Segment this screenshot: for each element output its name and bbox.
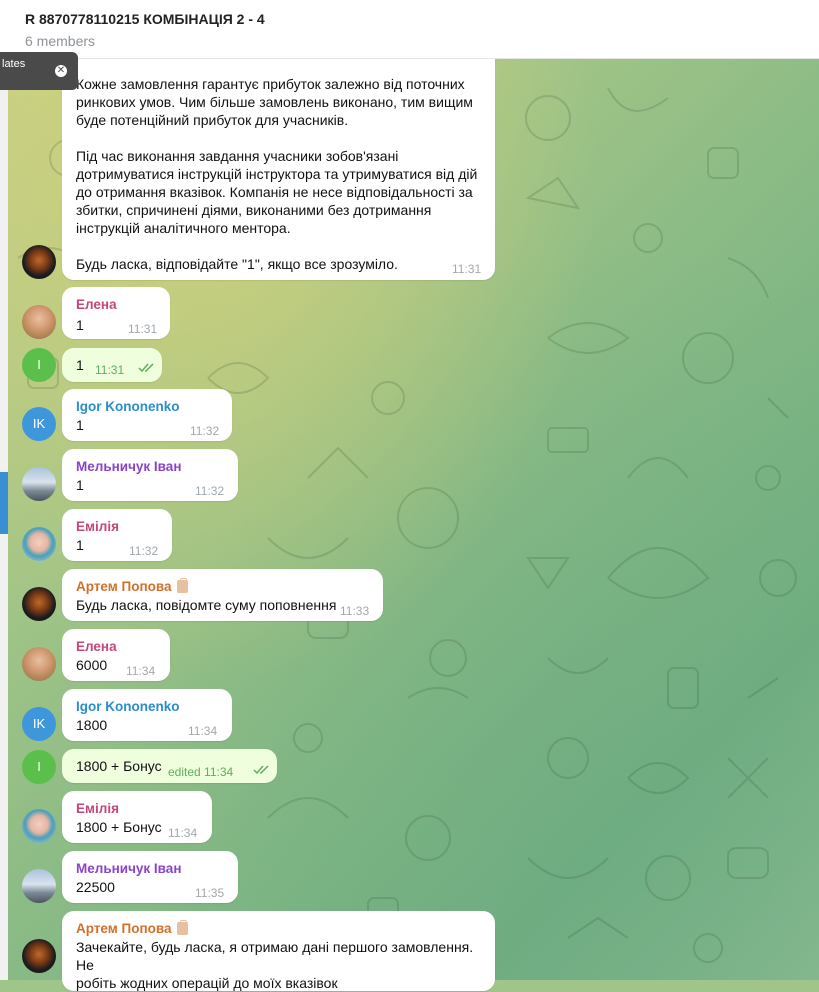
message-bubble[interactable]: Емілія 1 11:32	[62, 509, 172, 561]
message-line: Зачекайте, будь ласка, я отримаю дані пе…	[76, 939, 474, 973]
avatar[interactable]	[22, 587, 56, 621]
sender-name[interactable]: Елена	[76, 296, 117, 314]
message-text: 1	[76, 477, 84, 493]
message-bubble[interactable]: Елена 6000 11:34	[62, 629, 170, 681]
message-line: робіть жодних операцій до моїх вказівок	[76, 975, 338, 991]
message-time: 11:34	[168, 826, 198, 840]
avatar[interactable]: IK	[22, 407, 56, 441]
close-icon[interactable]: ✕	[55, 65, 67, 77]
briefcase-icon	[177, 578, 189, 593]
avatar[interactable]	[22, 809, 56, 843]
message-text: 1	[76, 417, 84, 433]
message-bubble[interactable]: Артем Попова Будь ласка, повідомте суму …	[62, 569, 383, 621]
message-line	[76, 237, 491, 255]
message-time: 11:35	[195, 886, 225, 900]
message-line: ринкових умов. Чим більше замовлень вико…	[76, 94, 473, 110]
sender-name[interactable]: Елена	[76, 638, 117, 656]
sender-name-text[interactable]: Артем Попова	[76, 921, 171, 936]
message-bubble[interactable]: Igor Kononenko 1800 11:34	[62, 689, 232, 741]
message-line: Кожне замовлення гарантує прибуток залеж…	[76, 76, 465, 92]
message-bubble[interactable]: 1800 + Бонус edited 11:34	[62, 749, 277, 783]
sender-name[interactable]: Артем Попова	[76, 578, 189, 596]
sender-name[interactable]: Емілія	[76, 518, 119, 536]
message-text: 1	[76, 357, 84, 373]
updates-tooltip: lates ✕	[0, 52, 78, 90]
message-text: Будь ласка, повідомте суму поповнення	[76, 597, 337, 613]
message-text: Кожне замовлення гарантує прибуток залеж…	[76, 75, 491, 273]
message-bubble[interactable]: Артем Попова Зачекайте, будь ласка, я от…	[62, 911, 495, 991]
avatar[interactable]: IK	[22, 707, 56, 741]
avatar[interactable]: I	[22, 348, 56, 382]
message-time: 11:32	[129, 544, 159, 558]
members-count: 6 members	[25, 33, 96, 49]
message-time: 11:31	[128, 322, 158, 336]
message-bubble[interactable]: Кожне замовлення гарантує прибуток залеж…	[62, 58, 495, 280]
message-line: інструкцій аналітичного ментора.	[76, 220, 291, 236]
sender-name[interactable]: Igor Kononenko	[76, 698, 180, 716]
sender-name[interactable]: Igor Kononenko	[76, 398, 180, 416]
message-line: Під час виконання завдання учасники зобо…	[76, 148, 399, 164]
message-bubble[interactable]: Емілія 1800 + Бонус 11:34	[62, 791, 212, 843]
message-line: збитки, спричинені діями, виконаними без…	[76, 202, 432, 218]
message-text: 1	[76, 317, 84, 333]
message-time: 11:34	[188, 724, 218, 738]
message-line: до отримання вказівок. Компанія не несе …	[76, 184, 473, 200]
message-text: 1	[76, 537, 84, 553]
avatar[interactable]	[22, 527, 56, 561]
message-bubble[interactable]: 1 11:31	[62, 348, 162, 382]
message-line: буде потенційний прибуток для учасників.	[76, 112, 349, 128]
sender-name[interactable]: Емілія	[76, 800, 119, 818]
read-checkmarks-icon	[138, 363, 154, 373]
message-time: 11:32	[190, 424, 220, 438]
message-text: Зачекайте, будь ласка, я отримаю дані пе…	[76, 938, 491, 992]
read-checkmarks-icon	[253, 765, 269, 775]
message-text: 1800	[76, 717, 108, 733]
message-text: 1800 + Бонус	[76, 819, 162, 835]
sender-name[interactable]: Мельничук Іван	[76, 458, 181, 476]
message-bubble[interactable]: Мельничук Іван 1 11:32	[62, 449, 238, 501]
left-panel-accent	[0, 472, 8, 534]
message-time: 11:34	[126, 664, 156, 678]
avatar[interactable]	[22, 647, 56, 681]
chat-header[interactable]: R 8870778110215 КОМБІНАЦІЯ 2 - 4 6 membe…	[0, 0, 819, 59]
avatar[interactable]	[22, 869, 56, 903]
avatar[interactable]	[22, 245, 56, 279]
avatar[interactable]	[22, 939, 56, 973]
message-line: дотримуватися інструкцій інструктора та …	[76, 166, 478, 182]
message-text: 1800 + Бонус	[76, 758, 162, 774]
avatar[interactable]	[22, 305, 56, 339]
message-text: 6000	[76, 657, 108, 673]
message-time: edited 11:34	[168, 765, 234, 779]
sender-name[interactable]: Артем Попова	[76, 920, 189, 938]
message-time: 11:33	[340, 604, 370, 618]
message-text: 22500	[76, 879, 115, 895]
message-time: 11:31	[452, 262, 482, 276]
message-bubble[interactable]: Елена 1 11:31	[62, 287, 170, 339]
tooltip-text: lates	[2, 58, 26, 70]
message-time: 11:32	[195, 484, 225, 498]
message-line: Будь ласка, відповідайте "1", якщо все з…	[76, 256, 398, 272]
message-bubble[interactable]: Igor Kononenko 1 11:32	[62, 389, 232, 441]
sender-name[interactable]: Мельничук Іван	[76, 860, 181, 878]
message-time: 11:31	[95, 363, 125, 377]
message-line	[76, 129, 491, 147]
message-bubble[interactable]: Мельничук Іван 22500 11:35	[62, 851, 238, 903]
avatar[interactable]	[22, 467, 56, 501]
chat-title[interactable]: R 8870778110215 КОМБІНАЦІЯ 2 - 4	[25, 11, 265, 27]
sender-name-text[interactable]: Артем Попова	[76, 579, 171, 594]
briefcase-icon	[177, 920, 189, 935]
avatar[interactable]: I	[22, 750, 56, 784]
